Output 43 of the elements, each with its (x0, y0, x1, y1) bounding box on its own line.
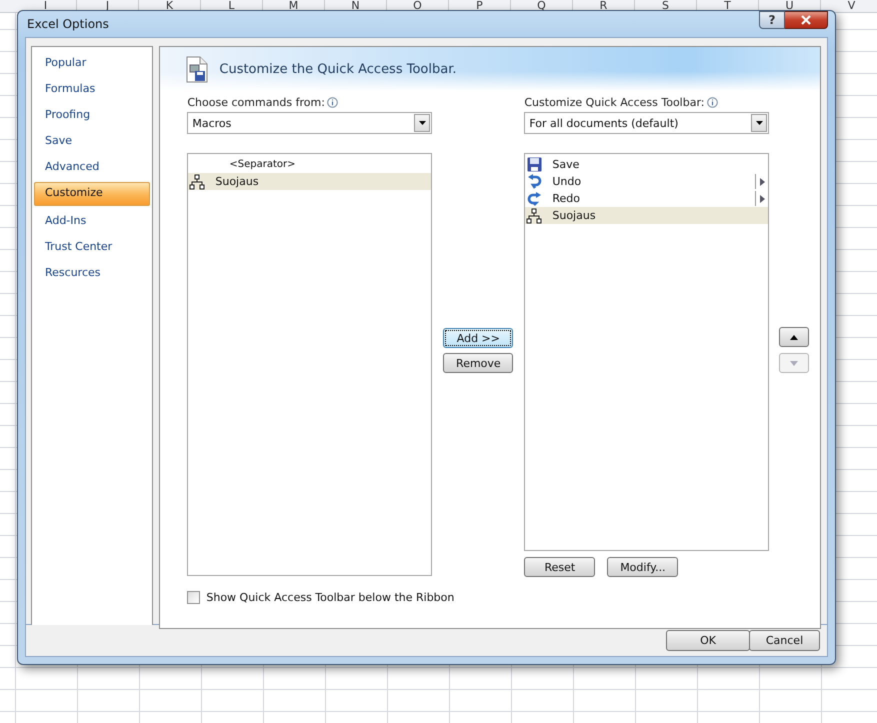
help-button[interactable]: ? (759, 11, 785, 29)
list-item[interactable]: Suojaus (188, 173, 432, 190)
section-title: Customize the Quick Access Toolbar. (219, 62, 456, 76)
submenu-arrow-icon (760, 178, 765, 186)
field-label: Choose commands from: (187, 96, 325, 108)
commands-dropdown[interactable]: Macros (187, 112, 432, 134)
close-icon (800, 15, 812, 25)
add-button[interactable]: Add >> (443, 328, 514, 348)
close-button[interactable] (785, 11, 828, 29)
move-up-button[interactable] (779, 327, 810, 347)
sidebar-item[interactable]: Popular (34, 52, 150, 74)
list-item[interactable]: <Separator> (188, 156, 432, 173)
reset-button[interactable]: Reset (524, 557, 596, 577)
sidebar-item[interactable]: Formulas (34, 78, 150, 100)
scope-dropdown[interactable]: For all documents (default) (524, 112, 770, 134)
checkbox-label[interactable]: Show Quick Access Toolbar below the Ribbon (206, 591, 454, 604)
sidebar-item[interactable]: Add-Ins (34, 210, 150, 232)
remove-button[interactable]: Remove (443, 353, 514, 373)
sidebar-item[interactable]: Customize (34, 182, 150, 206)
ok-button[interactable]: OK (666, 630, 750, 651)
info-icon (326, 96, 338, 108)
sidebar-item[interactable]: Proofing (34, 104, 150, 126)
sidebar-item[interactable]: Rescurces (34, 262, 150, 284)
info-icon (706, 96, 718, 108)
sidebar-item[interactable]: Save (34, 130, 150, 152)
modify-button[interactable]: Modify... (607, 557, 678, 577)
down-arrow-icon (790, 360, 798, 366)
list-item[interactable]: Save (525, 156, 768, 173)
field-label: Customize Quick Access Toolbar: (524, 96, 704, 108)
sidebar-item[interactable]: Trust Center (34, 236, 150, 258)
window-title: Excel Options (26, 17, 109, 31)
document-save-icon (186, 56, 208, 82)
list-item[interactable]: Suojaus (525, 207, 768, 224)
checkbox[interactable] (187, 591, 200, 604)
dropdown-arrow-icon (418, 121, 426, 125)
cancel-button[interactable]: Cancel (749, 630, 820, 651)
list-item[interactable]: Undo (525, 173, 768, 190)
redo-icon (526, 191, 542, 206)
sidebar-item[interactable]: Advanced (34, 156, 150, 178)
dropdown-arrow-icon (756, 121, 763, 125)
submenu-arrow-icon (760, 194, 765, 202)
undo-icon (526, 174, 542, 189)
up-arrow-icon (790, 334, 798, 340)
